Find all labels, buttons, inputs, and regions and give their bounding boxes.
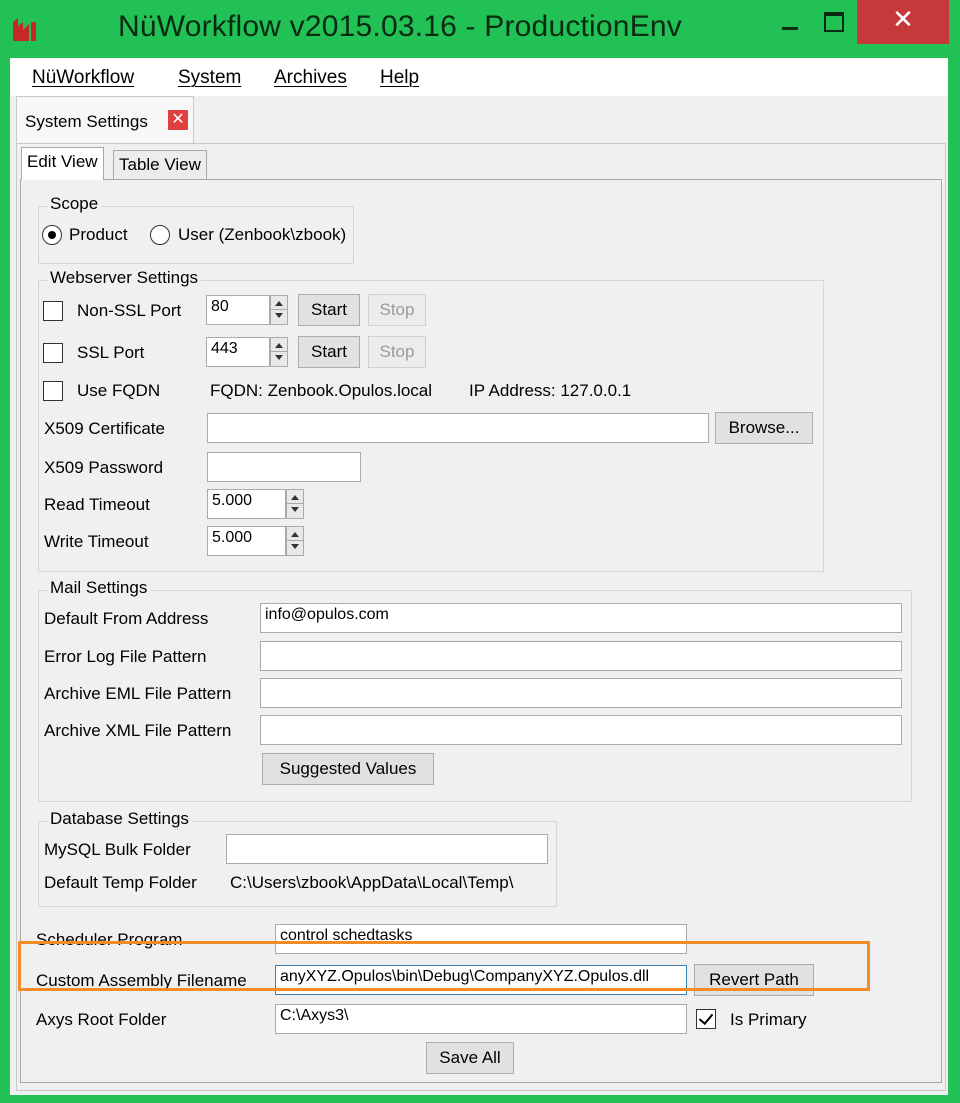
close-tab-icon[interactable]: ✕ bbox=[168, 110, 188, 130]
suggested-values-button[interactable]: Suggested Values bbox=[262, 753, 434, 785]
ssl-start-button[interactable]: Start bbox=[298, 336, 360, 368]
tab-label: System Settings bbox=[25, 112, 148, 131]
window-title: NüWorkflow v2015.03.16 - ProductionEnv bbox=[117, 10, 682, 43]
browse-button[interactable]: Browse... bbox=[715, 412, 813, 444]
annotation-highlight bbox=[18, 941, 870, 991]
is-primary-checkbox[interactable] bbox=[696, 1009, 716, 1029]
write-timeout-spinner[interactable] bbox=[286, 526, 304, 556]
non-ssl-port-spinner[interactable] bbox=[270, 295, 288, 325]
axys-root-input[interactable]: C:\Axys3\ bbox=[275, 1004, 687, 1034]
mysql-bulk-input[interactable] bbox=[226, 834, 548, 864]
mail-settings-group: Mail Settings Default From Address info@… bbox=[38, 578, 912, 802]
non-ssl-label: Non-SSL Port bbox=[77, 301, 182, 320]
non-ssl-stop-button[interactable]: Stop bbox=[368, 294, 426, 326]
save-all-button[interactable]: Save All bbox=[426, 1042, 514, 1074]
database-title: Database Settings bbox=[47, 809, 192, 829]
read-timeout-input[interactable]: 5.000 bbox=[207, 489, 286, 519]
title-bar[interactable]: NüWorkflow v2015.03.16 - ProductionEnv ✕ bbox=[0, 0, 960, 58]
archive-eml-label: Archive EML File Pattern bbox=[44, 684, 232, 703]
tab-table-view[interactable]: Table View bbox=[113, 150, 207, 180]
tab-system-settings[interactable]: System Settings ✕ bbox=[16, 96, 194, 144]
menu-bar: NüWorkflow System Archives Help bbox=[10, 58, 948, 96]
tab-edit-view[interactable]: Edit View bbox=[21, 147, 104, 180]
archive-xml-label: Archive XML File Pattern bbox=[44, 721, 232, 740]
temp-folder-label: Default Temp Folder bbox=[44, 873, 197, 892]
user-label: User (Zenbook\zbook) bbox=[178, 225, 347, 244]
webserver-settings-group: Webserver Settings Non-SSL Port 80 Start… bbox=[38, 268, 824, 572]
ssl-stop-button[interactable]: Stop bbox=[368, 336, 426, 368]
product-label: Product bbox=[69, 225, 128, 244]
use-fqdn-checkbox[interactable] bbox=[43, 381, 63, 401]
database-settings-group: Database Settings MySQL Bulk Folder Defa… bbox=[38, 809, 557, 907]
maximize-button[interactable] bbox=[812, 0, 858, 44]
axys-root-label: Axys Root Folder bbox=[36, 1010, 167, 1029]
mail-title: Mail Settings bbox=[47, 578, 151, 598]
webserver-title: Webserver Settings bbox=[47, 268, 202, 288]
user-radio[interactable] bbox=[150, 225, 170, 245]
menu-help[interactable]: Help bbox=[380, 67, 419, 89]
non-ssl-checkbox[interactable] bbox=[43, 301, 63, 321]
scope-group: Scope Product User (Zenbook\zbook) bbox=[38, 194, 354, 264]
x509-certificate-input[interactable] bbox=[207, 413, 709, 443]
menu-system[interactable]: System bbox=[178, 67, 241, 89]
menu-archives[interactable]: Archives bbox=[274, 67, 347, 89]
x509-password-label: X509 Password bbox=[44, 458, 164, 477]
non-ssl-start-button[interactable]: Start bbox=[298, 294, 360, 326]
client-area: NüWorkflow System Archives Help System S… bbox=[10, 58, 948, 1095]
x509-certificate-label: X509 Certificate bbox=[44, 419, 165, 438]
write-timeout-label: Write Timeout bbox=[44, 532, 149, 551]
close-icon: ✕ bbox=[892, 4, 914, 34]
default-from-input[interactable]: info@opulos.com bbox=[260, 603, 902, 633]
x509-password-input[interactable] bbox=[207, 452, 361, 482]
default-from-label: Default From Address bbox=[44, 609, 209, 628]
mysql-bulk-label: MySQL Bulk Folder bbox=[44, 840, 191, 859]
is-primary-label: Is Primary bbox=[730, 1010, 807, 1029]
use-fqdn-label: Use FQDN bbox=[77, 381, 161, 400]
scope-title: Scope bbox=[47, 194, 102, 214]
write-timeout-input[interactable]: 5.000 bbox=[207, 526, 286, 556]
ssl-port-spinner[interactable] bbox=[270, 337, 288, 367]
menu-nuworkflow[interactable]: NüWorkflow bbox=[32, 67, 134, 89]
minimize-button[interactable] bbox=[767, 0, 813, 44]
error-log-input[interactable] bbox=[260, 641, 902, 671]
temp-folder-value: C:\Users\zbook\AppData\Local\Temp\ bbox=[230, 873, 514, 892]
fqdn-text: FQDN: Zenbook.Opulos.local bbox=[210, 381, 433, 400]
error-log-label: Error Log File Pattern bbox=[44, 647, 207, 666]
archive-eml-input[interactable] bbox=[260, 678, 902, 708]
non-ssl-port-input[interactable]: 80 bbox=[206, 295, 270, 325]
ssl-port-input[interactable]: 443 bbox=[206, 337, 270, 367]
ssl-checkbox[interactable] bbox=[43, 343, 63, 363]
close-button[interactable]: ✕ bbox=[857, 0, 949, 44]
app-window: NüWorkflow v2015.03.16 - ProductionEnv ✕… bbox=[0, 0, 960, 1103]
read-timeout-spinner[interactable] bbox=[286, 489, 304, 519]
archive-xml-input[interactable] bbox=[260, 715, 902, 745]
ip-address-text: IP Address: 127.0.0.1 bbox=[469, 381, 632, 400]
read-timeout-label: Read Timeout bbox=[44, 495, 150, 514]
product-radio[interactable] bbox=[42, 225, 62, 245]
ssl-label: SSL Port bbox=[77, 343, 145, 362]
